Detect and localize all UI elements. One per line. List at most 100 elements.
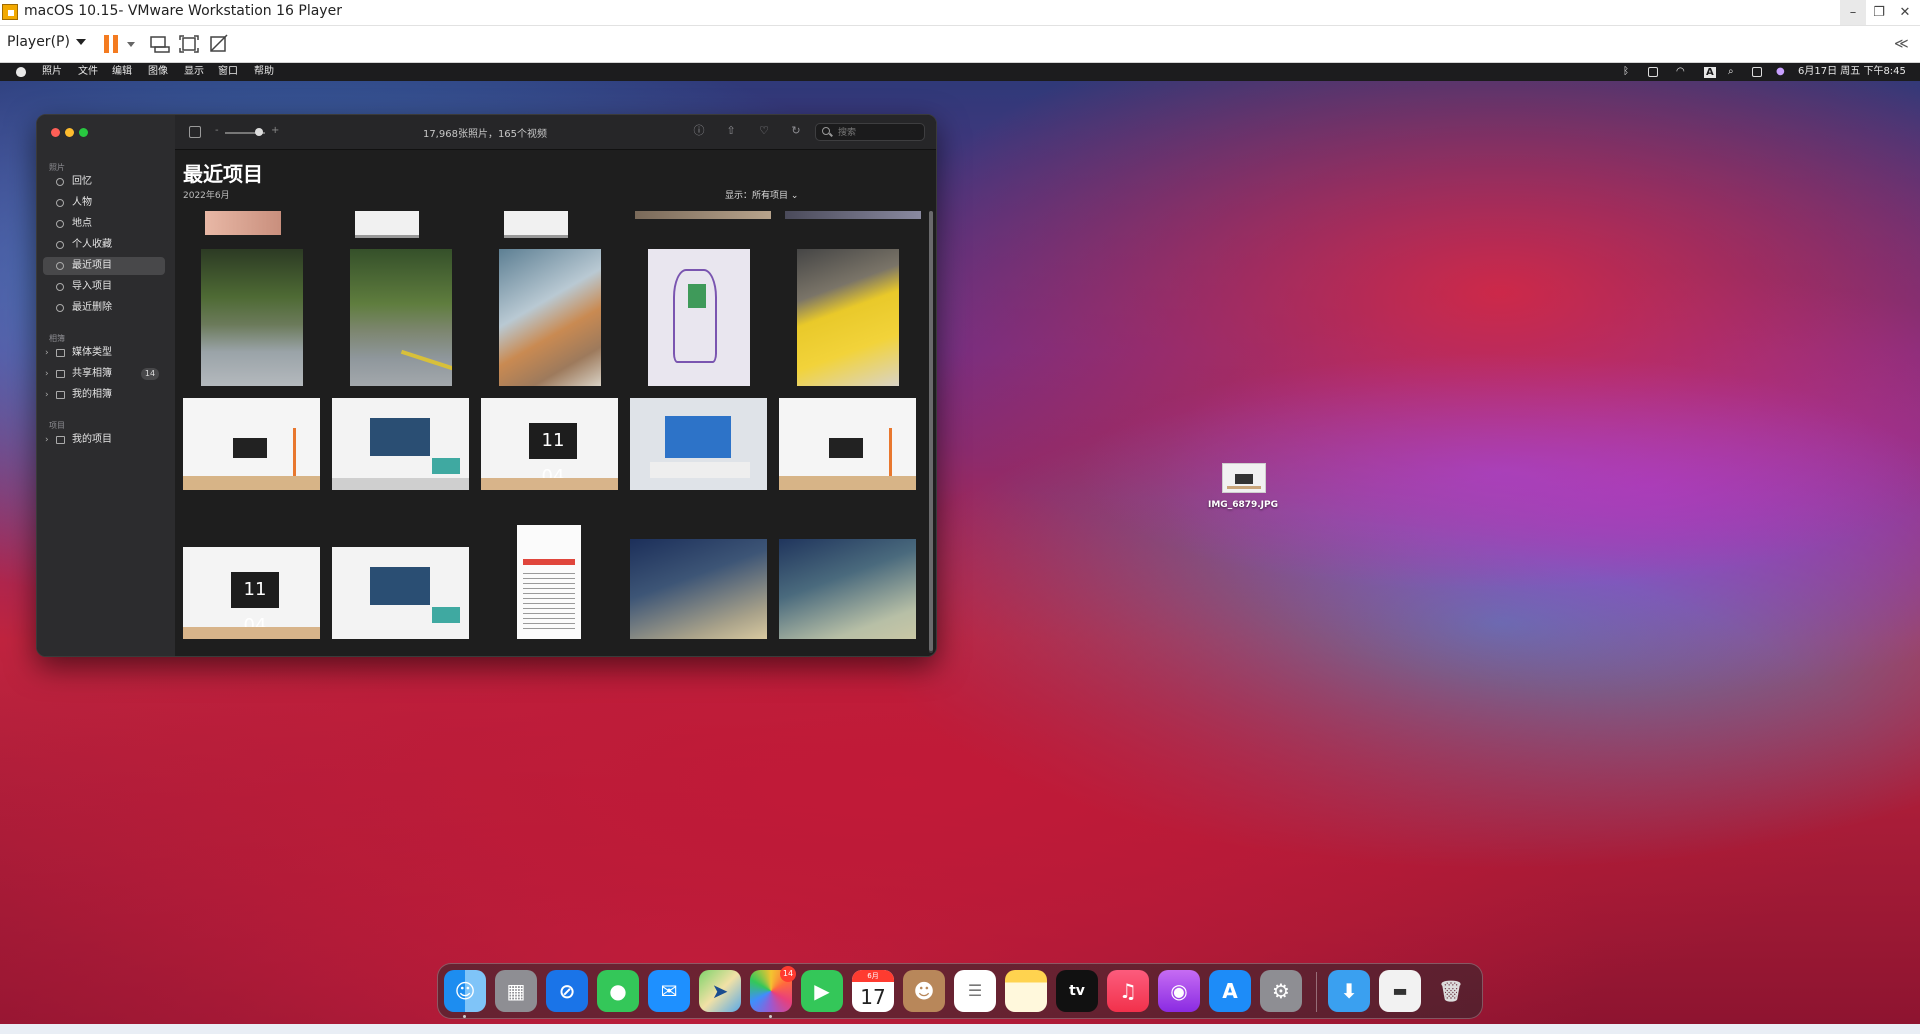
fullscreen-icon[interactable] xyxy=(178,34,200,54)
photo-thumbnail[interactable] xyxy=(332,547,469,639)
music-icon[interactable]: ♫ xyxy=(1107,970,1149,1012)
player-menu-label: Player(P) xyxy=(7,34,70,50)
podcasts-icon[interactable]: ◉ xyxy=(1158,970,1200,1012)
photo-thumbnail[interactable] xyxy=(630,539,767,639)
photo-thumbnail[interactable] xyxy=(635,211,771,219)
minimize-button[interactable]: – xyxy=(1840,0,1866,25)
menu-photos[interactable]: 照片 xyxy=(42,63,62,81)
sidebar-item-memories[interactable]: 回忆 xyxy=(43,173,165,191)
reminders-icon[interactable]: ☰ xyxy=(954,970,996,1012)
minimize-window-icon[interactable] xyxy=(65,128,74,137)
sidebar-item-label: 导入项目 xyxy=(72,281,112,292)
recent-file-icon[interactable]: ▬ xyxy=(1379,970,1421,1012)
show-filter-label: 显示：所有项目 xyxy=(725,191,789,201)
close-window-icon[interactable] xyxy=(51,128,60,137)
sidebar-item-imports[interactable]: 导入项目 xyxy=(43,278,165,296)
photo-thumbnail[interactable] xyxy=(201,249,303,386)
photo-thumbnail[interactable] xyxy=(205,211,281,235)
desktop-file[interactable]: IMG_6879.JPG xyxy=(1188,463,1298,523)
menu-image[interactable]: 图像 xyxy=(148,63,168,81)
chevron-right-icon[interactable]: › xyxy=(45,365,49,383)
photo-thumbnail[interactable] xyxy=(499,249,601,386)
system-preferences-icon[interactable]: ⚙ xyxy=(1260,970,1302,1012)
sidebar-item-recents[interactable]: 最近项目 xyxy=(43,257,165,275)
trash-icon[interactable]: 🗑 xyxy=(1430,970,1472,1012)
scrollbar-thumb[interactable] xyxy=(929,211,933,651)
pause-dropdown-icon[interactable] xyxy=(127,42,135,47)
menu-help[interactable]: 帮助 xyxy=(254,63,274,81)
search-field[interactable] xyxy=(815,123,925,141)
photo-thumbnail[interactable] xyxy=(355,211,419,238)
facetime-icon[interactable]: ▶ xyxy=(801,970,843,1012)
sidebar-item-favorites[interactable]: 个人收藏 xyxy=(43,236,165,254)
send-ctrl-alt-del-icon[interactable] xyxy=(148,34,170,54)
menu-edit[interactable]: 编辑 xyxy=(112,63,132,81)
menu-view[interactable]: 显示 xyxy=(184,63,204,81)
safari-icon[interactable]: ⊘ xyxy=(546,970,588,1012)
siri-icon[interactable]: ● xyxy=(1776,63,1785,81)
mail-icon[interactable]: ✉ xyxy=(648,970,690,1012)
search-input[interactable] xyxy=(836,125,924,141)
sidebar-item-label: 地点 xyxy=(72,218,92,229)
display-mirror-icon[interactable] xyxy=(1648,67,1658,77)
player-menu[interactable]: Player(P) xyxy=(7,34,86,50)
photos-window: 照片 回忆 人物 地点 个人收藏 最近项目 导入项目 最近删除 相簿 › 媒体类型… xyxy=(36,114,937,657)
sidebar-item-people[interactable]: 人物 xyxy=(43,194,165,212)
info-icon[interactable]: ⓘ xyxy=(693,125,705,137)
launchpad-icon[interactable]: ▦ xyxy=(495,970,537,1012)
photo-thumbnail[interactable] xyxy=(183,398,320,490)
close-button[interactable]: ✕ xyxy=(1892,0,1918,25)
app-store-icon[interactable]: A xyxy=(1209,970,1251,1012)
photo-thumbnail[interactable] xyxy=(779,539,916,639)
photo-thumbnail[interactable] xyxy=(630,398,767,490)
sidebar-item-my-projects[interactable]: › 我的项目 xyxy=(43,431,165,449)
photo-thumbnail[interactable] xyxy=(517,525,581,639)
photo-thumbnail[interactable] xyxy=(504,211,568,238)
search-icon xyxy=(822,127,830,135)
downloads-folder-icon[interactable]: ⬇ xyxy=(1328,970,1370,1012)
chevron-right-icon[interactable]: › xyxy=(45,431,49,449)
calendar-icon[interactable]: 6月 17 xyxy=(852,970,894,1012)
photo-thumbnail[interactable]: 11 04 xyxy=(481,398,618,490)
photo-thumbnail[interactable] xyxy=(779,398,916,490)
pause-icon[interactable] xyxy=(104,35,118,53)
menubar-clock[interactable]: 6月17日 周五 下午8:45 xyxy=(1798,63,1906,81)
photo-thumbnail[interactable] xyxy=(350,249,452,386)
share-icon[interactable]: ⇧ xyxy=(725,125,737,137)
photo-thumbnail[interactable] xyxy=(332,398,469,490)
chevron-right-icon[interactable]: › xyxy=(45,344,49,362)
finder-icon[interactable]: ☺ xyxy=(444,970,486,1012)
photo-grid: 11 04 11 04 xyxy=(175,211,927,656)
sidebar-item-my-albums[interactable]: › 我的相簿 xyxy=(43,386,165,404)
sidebar-item-recently-deleted[interactable]: 最近删除 xyxy=(43,299,165,317)
chevron-right-icon[interactable]: › xyxy=(45,386,49,404)
photo-thumbnail[interactable] xyxy=(785,211,921,219)
photo-thumbnail[interactable] xyxy=(797,249,899,386)
messages-icon[interactable]: ● xyxy=(597,970,639,1012)
sidebar-item-places[interactable]: 地点 xyxy=(43,215,165,233)
sidebar-item-media-types[interactable]: › 媒体类型 xyxy=(43,344,165,362)
file-thumbnail xyxy=(1222,463,1266,493)
tv-icon[interactable]: tv xyxy=(1056,970,1098,1012)
collapse-toolbar-icon[interactable]: ≪ xyxy=(1894,36,1909,52)
bluetooth-icon[interactable]: ᛒ xyxy=(1623,63,1629,81)
photo-thumbnail[interactable]: 11 04 xyxy=(183,547,320,639)
menu-window[interactable]: 窗口 xyxy=(218,63,238,81)
maximize-button[interactable]: ❐ xyxy=(1866,0,1892,25)
contacts-icon[interactable]: ☻ xyxy=(903,970,945,1012)
menu-file[interactable]: 文件 xyxy=(78,63,98,81)
photo-thumbnail[interactable] xyxy=(648,249,750,386)
zoom-window-icon[interactable] xyxy=(79,128,88,137)
rotate-photo-icon[interactable]: ↻ xyxy=(790,125,802,137)
apple-menu-icon[interactable] xyxy=(16,67,26,77)
heart-icon[interactable]: ♡ xyxy=(758,125,770,137)
sidebar-item-shared-albums[interactable]: › 共享相簿 14 xyxy=(43,365,165,383)
show-filter-dropdown[interactable]: 显示：所有项目 ⌄ xyxy=(725,188,798,201)
control-center-icon[interactable] xyxy=(1752,67,1762,77)
input-method-icon[interactable]: A xyxy=(1704,67,1716,78)
notes-icon[interactable] xyxy=(1005,970,1047,1012)
wifi-icon[interactable]: ◠ xyxy=(1676,63,1685,81)
spotlight-icon[interactable]: ⌕ xyxy=(1728,63,1734,81)
unity-icon[interactable] xyxy=(208,34,230,54)
maps-icon[interactable]: ➤ xyxy=(699,970,741,1012)
